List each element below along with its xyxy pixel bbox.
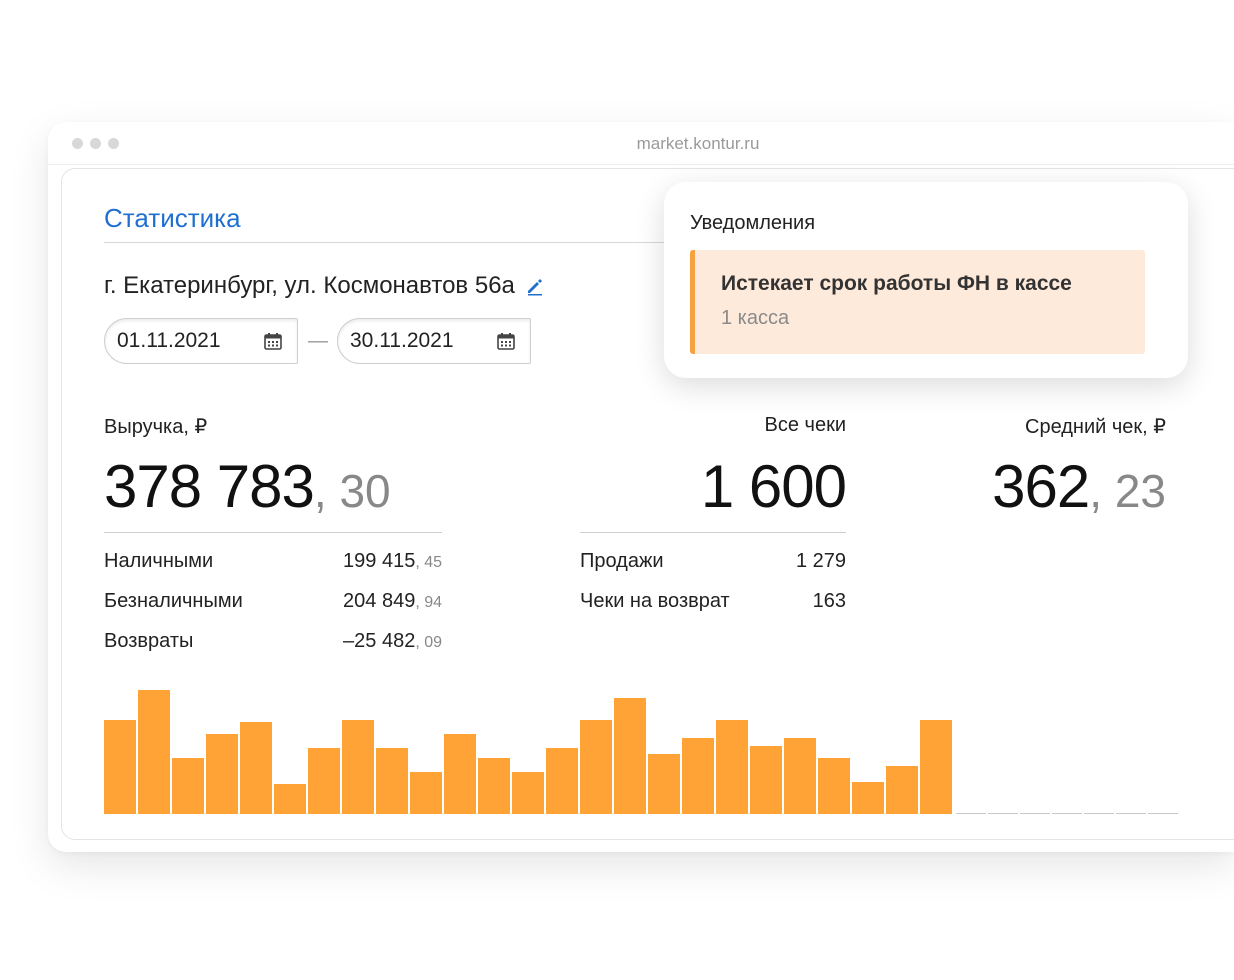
avg-check-value: 362, 23	[992, 452, 1166, 521]
avg-check-frac: , 23	[1089, 465, 1166, 517]
chart-bar[interactable]	[104, 720, 136, 814]
chart-bar[interactable]	[444, 734, 476, 814]
chart-bar[interactable]	[580, 720, 612, 814]
chart-empty-slot	[1084, 813, 1114, 814]
revenue-row-label: Безналичными	[104, 590, 243, 612]
revenue-row-value: 204 849, 94	[343, 590, 442, 613]
revenue-row-value: –25 482, 09	[343, 630, 442, 653]
chart-empty-slot	[1148, 813, 1178, 814]
checks-row-label: Продажи	[580, 550, 664, 572]
checks-row-label: Чеки на возврат	[580, 590, 730, 612]
chart-bar[interactable]	[478, 758, 510, 814]
avg-check-label: Средний чек, ₽	[1025, 416, 1166, 438]
chart-bar[interactable]	[376, 748, 408, 814]
checks-row-value: 1 279	[795, 550, 846, 572]
chart-bar[interactable]	[716, 720, 748, 814]
chart-bar[interactable]	[308, 748, 340, 814]
checks-label: Все чеки	[764, 414, 846, 436]
revenue-row-label: Наличными	[104, 550, 214, 572]
chart-bar[interactable]	[920, 720, 952, 814]
checks-row-value: 163	[812, 590, 846, 612]
checks-value: 1 600	[700, 453, 847, 520]
chart-bar[interactable]	[410, 772, 442, 814]
chart-bar[interactable]	[274, 784, 306, 814]
chart-bar[interactable]	[138, 690, 170, 814]
chart-bar[interactable]	[818, 758, 850, 814]
notifications-title: Уведомления	[690, 212, 816, 234]
chart-bar[interactable]	[172, 758, 204, 814]
revenue-value-frac: , 30	[313, 465, 391, 517]
address-text: г. Екатеринбург, ул. Космонавтов 56а	[104, 272, 515, 299]
chart-bar[interactable]	[240, 722, 272, 814]
notification-card[interactable]: Истекает срок работы ФН в кассе 1 касса	[690, 250, 1145, 354]
store-address: г. Екатеринбург, ул. Космонавтов 56а	[104, 272, 545, 300]
revenue-row-int: –25 482	[343, 630, 416, 652]
date-to-value: 30.11.2021	[350, 329, 454, 352]
chart-bar[interactable]	[614, 698, 646, 814]
chart-bar[interactable]	[342, 720, 374, 814]
revenue-row-int: 199 415	[343, 550, 416, 572]
revenue-row-int: 204 849	[343, 590, 416, 612]
chart-bar[interactable]	[784, 738, 816, 814]
calendar-icon[interactable]	[496, 331, 516, 351]
calendar-icon[interactable]	[263, 331, 283, 351]
toolbar-divider	[48, 164, 1234, 165]
chart-bar[interactable]	[546, 748, 578, 814]
notification-subtext: 1 касса	[721, 307, 790, 329]
chart-empty-slot	[1020, 813, 1050, 814]
revenue-divider	[104, 532, 442, 533]
revenue-value-int: 378 783	[104, 453, 315, 520]
address-bar-url[interactable]: market.kontur.ru	[48, 134, 1234, 154]
date-from-value: 01.11.2021	[117, 329, 221, 352]
revenue-label: Выручка, ₽	[104, 416, 208, 438]
edit-pencil-icon[interactable]	[525, 276, 545, 296]
chart-empty-slot	[1052, 813, 1082, 814]
chart-bar[interactable]	[512, 772, 544, 814]
revenue-row-value: 199 415, 45	[343, 550, 442, 573]
chart-bar[interactable]	[206, 734, 238, 814]
avg-check-int: 362	[992, 453, 1090, 520]
date-from-field[interactable]: 01.11.2021	[104, 318, 298, 364]
chart-bar[interactable]	[682, 738, 714, 814]
revenue-value: 378 783, 30	[104, 452, 391, 521]
chart-empty-slot	[988, 813, 1018, 814]
chart-bar[interactable]	[750, 746, 782, 814]
checks-divider	[580, 532, 846, 533]
revenue-row-frac: , 45	[415, 554, 442, 571]
date-to-field[interactable]: 30.11.2021	[337, 318, 531, 364]
chart-empty-slot	[1116, 813, 1146, 814]
chart-bar[interactable]	[852, 782, 884, 814]
chart-bar[interactable]	[648, 754, 680, 814]
date-range-dash: —	[308, 330, 328, 352]
chart-empty-slot	[956, 813, 986, 814]
title-underline	[104, 242, 724, 243]
revenue-row-label: Возвраты	[104, 630, 194, 652]
notification-heading: Истекает срок работы ФН в кассе	[721, 272, 1072, 295]
revenue-bar-chart	[104, 680, 1178, 814]
revenue-row-frac: , 94	[415, 594, 442, 611]
page-title: Статистика	[104, 203, 241, 233]
revenue-row-frac: , 09	[415, 634, 442, 651]
chart-bar[interactable]	[886, 766, 918, 814]
notifications-popup: Уведомления Истекает срок работы ФН в ка…	[664, 182, 1188, 378]
